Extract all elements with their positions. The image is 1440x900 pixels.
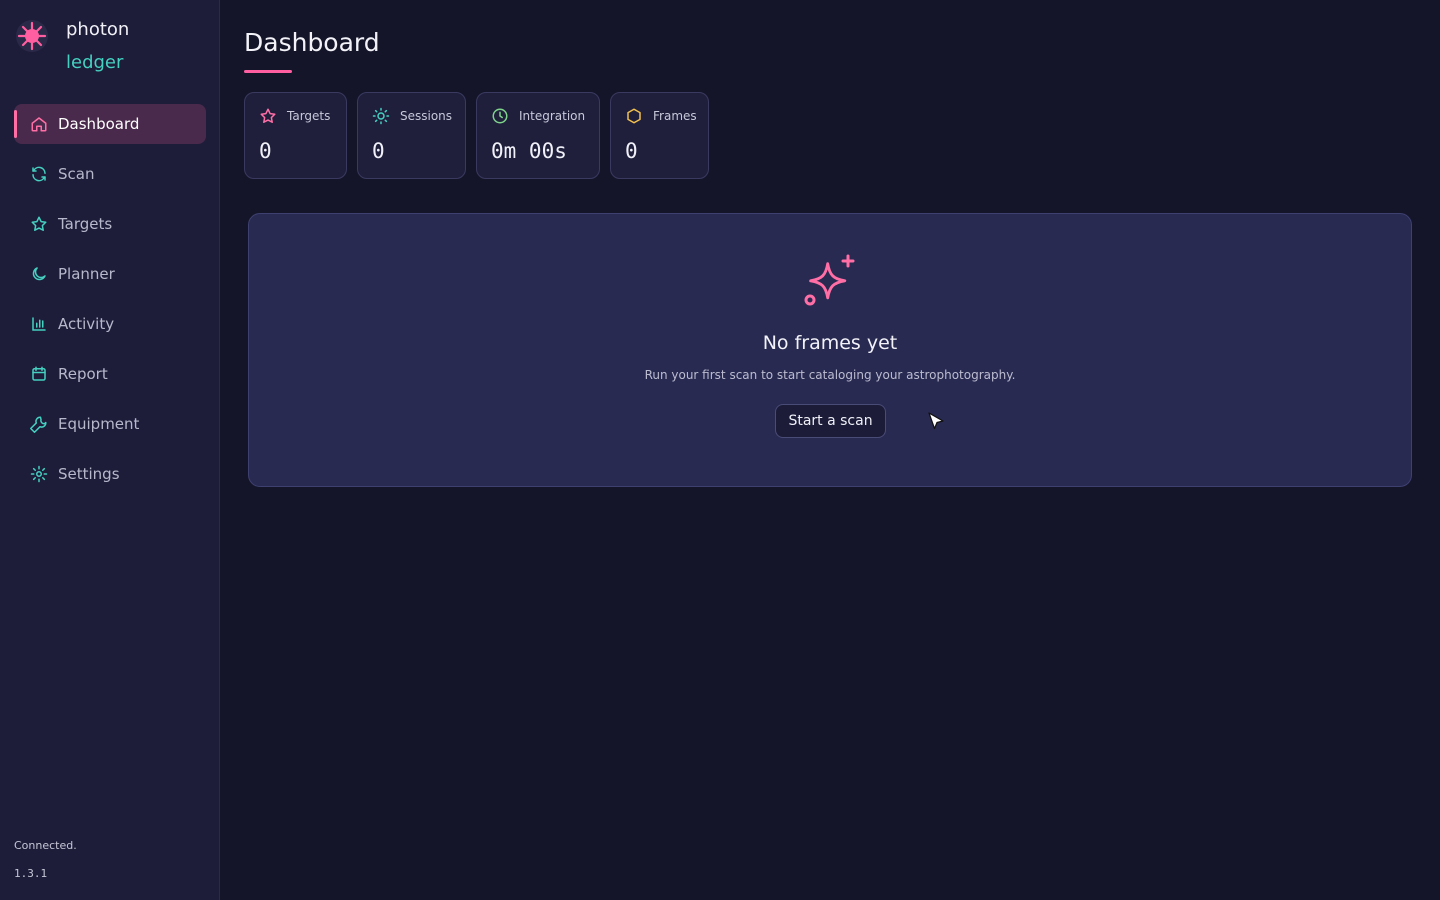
sidebar-item-report[interactable]: Report	[14, 354, 206, 394]
brand-subname: ledger	[66, 52, 124, 73]
main-content: Dashboard Targets 0 Sessions 0 Integrati…	[220, 0, 1440, 900]
sidebar-item-label: Settings	[58, 465, 120, 483]
page-title: Dashboard	[244, 28, 380, 57]
stat-value: 0	[259, 139, 272, 163]
stat-label: Sessions	[400, 109, 453, 123]
empty-state-subtitle: Run your first scan to start cataloging …	[644, 368, 1016, 382]
sidebar-item-planner[interactable]: Planner	[14, 254, 206, 294]
sun-icon	[372, 107, 390, 125]
stat-label: Integration	[519, 109, 586, 123]
connection-status: Connected.	[14, 839, 77, 852]
calendar-icon	[30, 365, 48, 383]
refresh-icon	[30, 165, 48, 183]
star-burst-icon	[14, 18, 50, 54]
stat-value: 0	[625, 139, 638, 163]
empty-state-card: No frames yet Run your first scan to sta…	[248, 213, 1412, 487]
sidebar-item-label: Planner	[58, 265, 115, 283]
sidebar-item-activity[interactable]: Activity	[14, 304, 206, 344]
star-icon	[30, 215, 48, 233]
clock-icon	[491, 107, 509, 125]
stat-label: Targets	[287, 109, 331, 123]
stat-card-sessions: Sessions 0	[357, 92, 466, 179]
brand-name: photon	[66, 19, 130, 40]
sidebar-item-label: Scan	[58, 165, 95, 183]
stat-label: Frames	[653, 109, 697, 123]
bar-chart-icon	[30, 315, 48, 333]
sidebar-item-scan[interactable]: Scan	[14, 154, 206, 194]
gear-icon	[30, 465, 48, 483]
wrench-icon	[30, 415, 48, 433]
stat-card-integration: Integration 0m 00s	[476, 92, 600, 179]
star-icon	[259, 107, 277, 125]
sidebar-item-equipment[interactable]: Equipment	[14, 404, 206, 444]
sparkles-icon	[801, 252, 861, 312]
sidebar-item-dashboard[interactable]: Dashboard	[14, 104, 206, 144]
sidebar-item-label: Dashboard	[58, 115, 140, 133]
stat-card-frames: Frames 0	[610, 92, 709, 179]
sidebar-item-label: Targets	[58, 215, 113, 233]
app-version: 1.3.1	[14, 867, 48, 880]
stat-card-targets: Targets 0	[244, 92, 347, 179]
sidebar-item-targets[interactable]: Targets	[14, 204, 206, 244]
title-underline	[244, 70, 292, 73]
stat-value: 0	[372, 139, 385, 163]
moon-icon	[30, 265, 48, 283]
start-scan-button[interactable]: Start a scan	[775, 404, 886, 438]
sidebar-item-label: Equipment	[58, 415, 140, 433]
stats-row: Targets 0 Sessions 0 Integration 0m 00s	[244, 92, 719, 179]
home-icon	[30, 115, 48, 133]
mouse-cursor-icon	[928, 412, 946, 436]
sidebar: photon ledger Dashboard Scan Targets Pla…	[0, 0, 220, 900]
empty-state-title: No frames yet	[762, 332, 898, 354]
sidebar-item-label: Activity	[58, 315, 115, 333]
sidebar-item-label: Report	[58, 365, 108, 383]
hexagon-icon	[625, 107, 643, 125]
stat-value: 0m 00s	[491, 139, 567, 163]
sidebar-nav: Dashboard Scan Targets Planner Activity	[14, 104, 206, 504]
brand[interactable]: photon ledger	[14, 18, 129, 75]
sidebar-item-settings[interactable]: Settings	[14, 454, 206, 494]
